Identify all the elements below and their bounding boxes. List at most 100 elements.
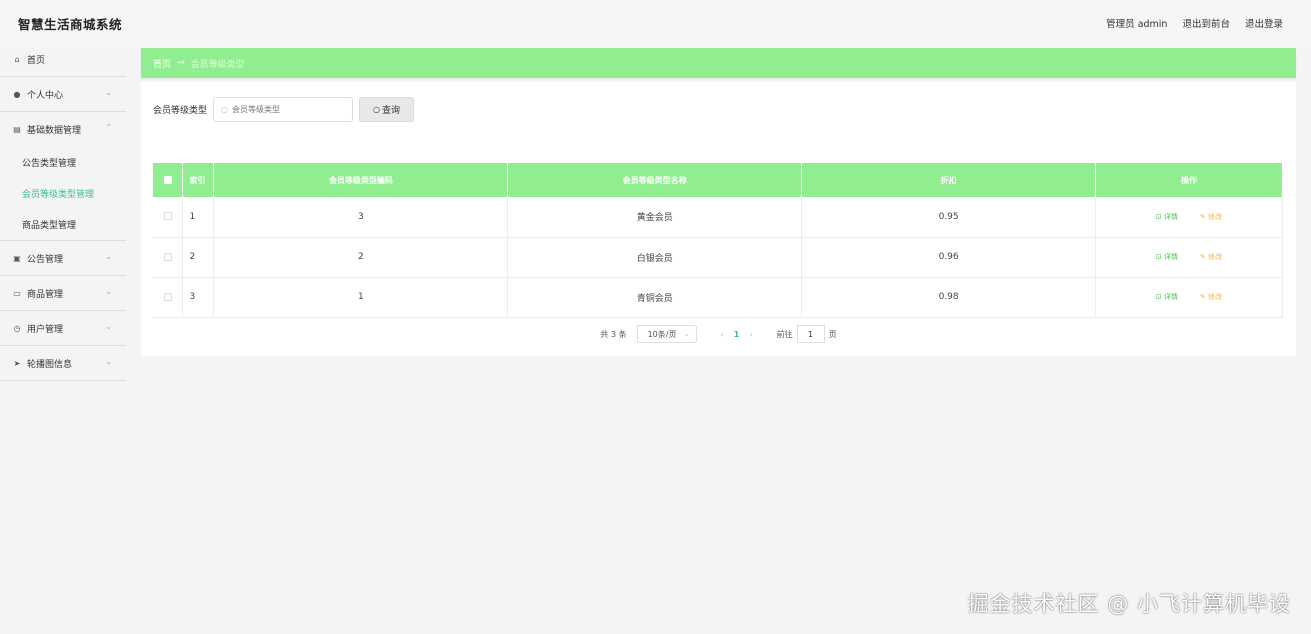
cell-code: 2 <box>213 237 509 278</box>
breadcrumb-current: 会员等级类型 <box>190 59 245 70</box>
admin-label: 管理员 admin <box>1106 19 1168 30</box>
watermark: 掘金技术社区 @ 小飞计算机毕设 <box>967 592 1291 616</box>
top-bar: 智慧生活商城系统 管理员 admin 退出到前台 退出登录 <box>0 0 1311 46</box>
top-links: 管理员 admin 退出到前台 退出登录 <box>1106 16 1283 30</box>
cell-actions: ⊡ 详情 ✎ 修改 <box>1095 277 1283 318</box>
search-input[interactable] <box>232 105 342 114</box>
row-checkbox[interactable] <box>163 212 172 221</box>
sidebar-item-label: 首页 <box>27 55 46 66</box>
sidebar-subitem-notice-type[interactable]: 公告类型管理 <box>0 147 126 178</box>
detail-label: 详情 <box>1164 212 1179 221</box>
row-checkbox[interactable] <box>163 252 172 261</box>
edit-label: 修改 <box>1208 253 1223 261</box>
prev-page-button[interactable]: ‹ <box>721 330 724 339</box>
edit-label: 修改 <box>1208 293 1223 301</box>
search-icon: ○ <box>221 105 228 114</box>
cell-actions: ⊡ 详情 ✎ 修改 <box>1095 237 1283 278</box>
cell-name: 白银会员 <box>507 237 803 278</box>
chevron-down-icon: ⌄ <box>105 287 112 296</box>
breadcrumb: 首页 → 会员等级类型 <box>141 48 1296 78</box>
row-select-cell <box>153 237 184 278</box>
column-header-discount[interactable]: 折扣 <box>801 163 1097 197</box>
edit-icon: ✎ <box>1200 293 1209 301</box>
cell-discount: 0.95 <box>801 197 1097 238</box>
detail-icon: ⊡ <box>1155 253 1165 261</box>
select-all-checkbox[interactable] <box>163 176 172 184</box>
sidebar-item-label: 轮播图信息 <box>27 359 73 370</box>
search-box: ○ <box>213 97 354 122</box>
sidebar-item-basic-data[interactable]: ▤ 基础数据管理 ⌃ <box>0 112 126 147</box>
sidebar-item-notice[interactable]: ▣ 公告管理 ⌄ <box>0 241 126 276</box>
cell-code: 1 <box>213 277 509 318</box>
table-row: 2 2 白银会员 0.96 ⊡ 详情 ✎ 修改 <box>153 237 1283 278</box>
cell-index: 1 <box>182 197 215 238</box>
edit-label: 修改 <box>1208 212 1223 221</box>
detail-button[interactable]: ⊡ 详情 <box>1156 252 1178 262</box>
row-select-cell <box>153 277 184 318</box>
cell-name: 黄金会员 <box>507 197 803 238</box>
sidebar-item-carousel[interactable]: ➤ 轮播图信息 ⌄ <box>0 346 126 381</box>
sidebar: ⌂ 首页 ● 个人中心 ⌄ ▤ 基础数据管理 ⌃ 公告类型管理 会员等级类型管理… <box>0 42 126 382</box>
detail-label: 详情 <box>1164 253 1179 261</box>
edit-icon: ✎ <box>1200 212 1209 221</box>
sidebar-item-home[interactable]: ⌂ 首页 <box>0 42 126 77</box>
chevron-down-icon: ⌄ <box>683 330 690 338</box>
page-size-select[interactable]: 10条/页 ⌄ <box>636 325 697 343</box>
row-checkbox[interactable] <box>163 292 172 301</box>
sidebar-item-product[interactable]: ▭ 商品管理 ⌄ <box>0 276 126 311</box>
page-number-current[interactable]: 1 <box>734 330 740 339</box>
edit-button[interactable]: ✎ 修改 <box>1200 212 1222 222</box>
search-button[interactable]: ○ 查询 <box>359 97 415 122</box>
message-icon: ▭ <box>13 288 21 298</box>
goto-page-input[interactable] <box>796 325 825 343</box>
column-header-name[interactable]: 会员等级类型名称 <box>507 163 803 197</box>
sidebar-item-label: 商品管理 <box>27 289 64 300</box>
page-size-value: 10条/页 <box>647 329 677 339</box>
search-button-label: 查询 <box>382 106 401 116</box>
edit-button[interactable]: ✎ 修改 <box>1200 292 1222 302</box>
cell-index: 3 <box>182 277 215 318</box>
next-page-button[interactable]: › <box>749 330 752 339</box>
column-header-code[interactable]: 会员等级类型编码 <box>213 163 509 197</box>
cell-name: 青铜会员 <box>507 277 803 318</box>
cell-discount: 0.98 <box>801 277 1097 318</box>
cell-discount: 0.96 <box>801 237 1097 278</box>
page-suffix: 页 <box>828 329 837 339</box>
detail-button[interactable]: ⊡ 详情 <box>1156 212 1178 222</box>
cell-index: 2 <box>182 237 215 278</box>
chevron-down-icon: ⌄ <box>105 252 112 261</box>
select-all-cell <box>153 163 184 197</box>
edit-button[interactable]: ✎ 修改 <box>1200 252 1222 262</box>
search-row: 会员等级类型 ○ ○ 查询 <box>153 97 415 122</box>
sidebar-item-label: 公告管理 <box>27 254 64 265</box>
sidebar-subitem-product-type[interactable]: 商品类型管理 <box>0 209 126 240</box>
breadcrumb-home[interactable]: 首页 <box>153 57 171 70</box>
detail-label: 详情 <box>1164 293 1179 301</box>
pagination-total: 共 3 条 <box>600 329 627 339</box>
document-icon: ▣ <box>13 253 21 263</box>
clock-icon: ◷ <box>13 323 21 333</box>
pagination: 共 3 条 10条/页 ⌄ ‹ 1 › 前往 页 <box>141 324 1296 344</box>
user-icon: ● <box>13 89 21 99</box>
send-icon: ➤ <box>13 358 21 368</box>
table-header-row: 索引 会员等级类型编码 会员等级类型名称 折扣 操作 <box>153 163 1283 197</box>
chevron-down-icon: ⌄ <box>105 88 112 97</box>
search-label: 会员等级类型 <box>153 106 208 116</box>
app-title: 智慧生活商城系统 <box>18 16 123 32</box>
sidebar-item-user[interactable]: ◷ 用户管理 ⌄ <box>0 311 126 346</box>
chevron-up-icon: ⌃ <box>105 123 112 132</box>
to-front-link[interactable]: 退出到前台 <box>1182 16 1230 30</box>
chevron-down-icon: ⌄ <box>105 322 112 331</box>
column-header-actions: 操作 <box>1095 163 1283 197</box>
detail-icon: ⊡ <box>1155 293 1165 301</box>
main-panel: 会员等级类型 ○ ○ 查询 索引 会员等级类型编码 会员等级类型名称 折扣 操作 <box>141 82 1296 356</box>
detail-button[interactable]: ⊡ 详情 <box>1156 292 1178 302</box>
search-icon: ○ <box>373 105 380 114</box>
sidebar-item-personal-center[interactable]: ● 个人中心 ⌄ <box>0 77 126 112</box>
cell-code: 3 <box>213 197 509 238</box>
logout-link[interactable]: 退出登录 <box>1245 16 1283 30</box>
cell-actions: ⊡ 详情 ✎ 修改 <box>1095 197 1283 238</box>
sidebar-subitem-member-level-type[interactable]: 会员等级类型管理 <box>0 178 126 209</box>
table-row: 1 3 黄金会员 0.95 ⊡ 详情 ✎ 修改 <box>153 197 1283 238</box>
data-table: 索引 会员等级类型编码 会员等级类型名称 折扣 操作 1 3 黄金会员 0.95… <box>153 163 1283 318</box>
